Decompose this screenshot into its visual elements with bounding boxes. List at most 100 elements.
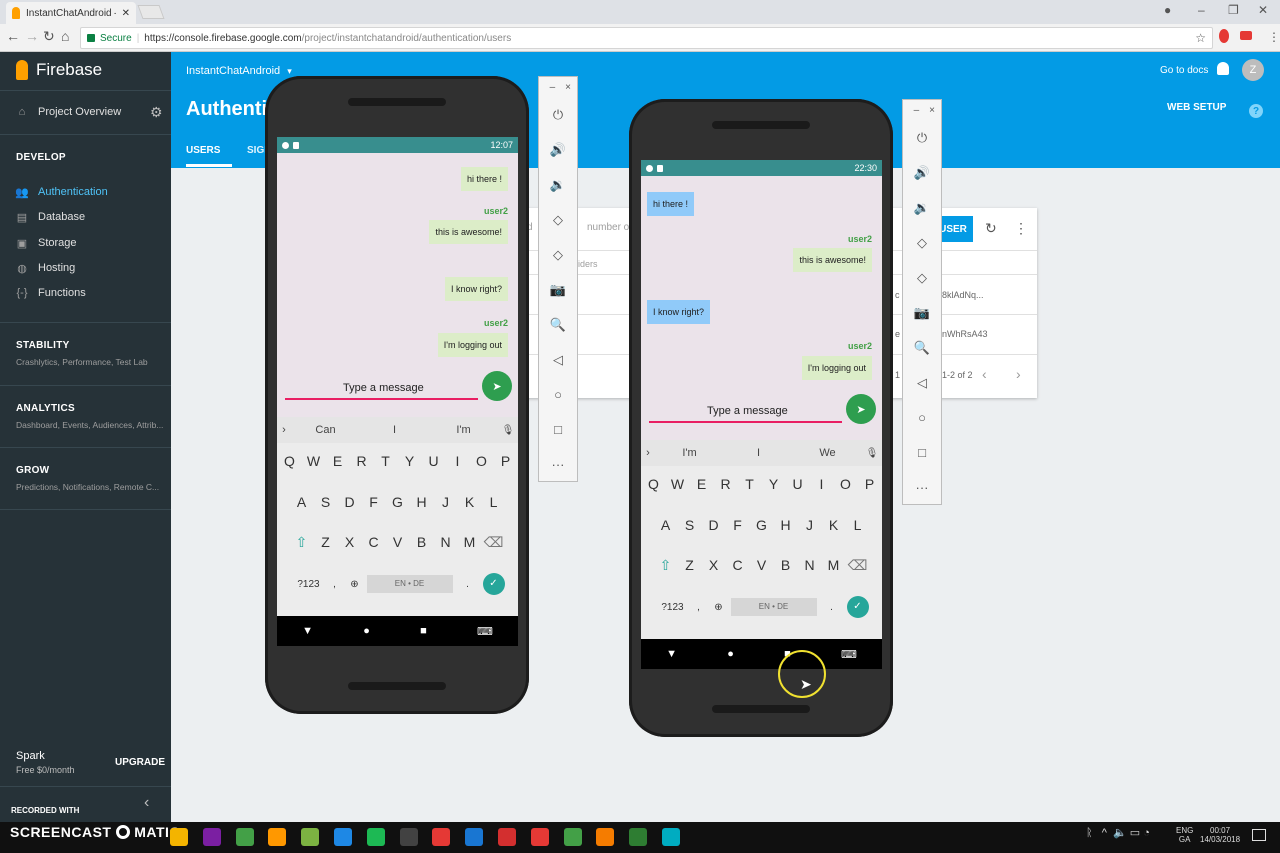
home-icon[interactable]: ⌂	[61, 28, 69, 44]
bookmark-star-icon[interactable]: ☆	[1195, 31, 1206, 45]
sidebar-item-authentication[interactable]: 👥 Authentication	[15, 186, 108, 199]
period-key[interactable]: .	[817, 602, 847, 613]
taskbar-app-icon[interactable]	[301, 828, 320, 846]
key[interactable]: C	[362, 534, 386, 551]
key[interactable]: Z	[678, 557, 702, 574]
account-icon[interactable]: ●	[1164, 3, 1171, 17]
globe-icon[interactable]: ⊕	[343, 579, 367, 590]
tray-icons[interactable]: ᚱ ^ 🔈 ▭ ◔	[1086, 826, 1150, 839]
key[interactable]: S	[678, 517, 702, 533]
comma-key[interactable]: ,	[327, 579, 343, 590]
minimize-button[interactable]: –	[1198, 3, 1205, 17]
suggestion-word[interactable]: I'm	[655, 447, 724, 459]
more-icon[interactable]: ···	[539, 447, 577, 482]
home-nav-icon[interactable]: ●	[363, 625, 370, 637]
key[interactable]: N	[434, 534, 458, 551]
power-icon[interactable]: ⏻	[903, 120, 941, 155]
zoom-icon[interactable]: 🔍	[903, 330, 941, 365]
suggestion-word[interactable]: I	[724, 447, 793, 459]
key[interactable]: V	[750, 557, 774, 574]
stability-heading[interactable]: STABILITY	[16, 340, 70, 351]
key[interactable]: U	[786, 476, 810, 492]
key[interactable]: K	[458, 494, 482, 510]
avatar[interactable]: Z	[1242, 59, 1264, 81]
help-icon[interactable]: ?	[1249, 104, 1263, 118]
key[interactable]: G	[386, 494, 410, 510]
camera-icon[interactable]: 📷	[539, 272, 577, 307]
more-icon[interactable]: ···	[903, 470, 941, 505]
home-icon[interactable]: ○	[903, 400, 941, 435]
restore-button[interactable]: ❐	[1228, 3, 1239, 17]
symbols-key[interactable]: ?123	[655, 602, 691, 613]
soft-keyboard[interactable]: › Can I I'm 🎙 Q W E R T Y U I O P A S D F G H J K L ⇧ Z X C V B N M ⌫ ?12…	[277, 417, 518, 616]
key[interactable]: M	[822, 557, 846, 574]
key[interactable]: B	[774, 557, 798, 574]
key[interactable]: Q	[278, 453, 302, 469]
taskbar-app-icon[interactable]	[662, 828, 680, 846]
phone-screen-1[interactable]: 12:07 hi there ! user2 this is awesome! I k…	[277, 137, 518, 646]
recents-nav-icon[interactable]: ■	[420, 625, 427, 637]
minimize-icon[interactable]: –	[550, 82, 556, 93]
backspace-key-icon[interactable]: ⌫	[846, 557, 870, 574]
language-indicator[interactable]: ENG GA	[1176, 826, 1193, 844]
notifications-bell-icon[interactable]	[1217, 62, 1229, 75]
mic-icon[interactable]: 🎙	[862, 448, 882, 459]
suggestion-word[interactable]: I'm	[429, 424, 498, 436]
key[interactable]: O	[834, 476, 858, 492]
taskbar-app-icon[interactable]	[268, 828, 287, 846]
back-nav-icon[interactable]: ▼	[302, 625, 313, 637]
key[interactable]: P	[858, 476, 882, 492]
key[interactable]: B	[410, 534, 434, 551]
key[interactable]: Q	[642, 476, 666, 492]
home-icon[interactable]: ○	[539, 377, 577, 412]
key[interactable]: L	[846, 517, 870, 533]
key[interactable]: U	[422, 453, 446, 469]
firebase-brand[interactable]: Firebase	[16, 60, 102, 80]
key[interactable]: H	[410, 494, 434, 510]
message-input[interactable]: Type a message	[649, 401, 842, 423]
go-to-docs-link[interactable]: Go to docs	[1160, 65, 1208, 76]
youtube-extension-icon[interactable]	[1240, 31, 1252, 40]
key[interactable]: P	[494, 453, 518, 469]
volume-down-icon[interactable]: 🔉	[903, 190, 941, 225]
key[interactable]: R	[350, 453, 374, 469]
sidebar-item-database[interactable]: ▤ Database	[16, 211, 85, 224]
period-key[interactable]: .	[453, 579, 483, 590]
close-window-button[interactable]: ✕	[1258, 3, 1268, 17]
sidebar-project-overview[interactable]: ⌂ Project Overview	[16, 106, 121, 118]
key[interactable]: C	[726, 557, 750, 574]
key[interactable]: H	[774, 517, 798, 533]
taskbar-app-icon[interactable]	[596, 828, 615, 846]
key[interactable]: Z	[314, 534, 338, 551]
notifications-icon[interactable]	[1252, 829, 1266, 841]
shift-key-icon[interactable]: ⇧	[290, 534, 314, 551]
taskbar-app-icon[interactable]	[629, 828, 648, 846]
minimize-icon[interactable]: –	[914, 105, 920, 116]
expand-suggestions-icon[interactable]: ›	[277, 424, 291, 436]
settings-gear-icon[interactable]: ⚙	[150, 104, 163, 121]
sidebar-item-functions[interactable]: {-} Functions	[16, 287, 85, 299]
key[interactable]: K	[822, 517, 846, 533]
taskbar-app-icon[interactable]	[563, 828, 582, 846]
enter-key[interactable]: ✓	[482, 573, 505, 595]
key[interactable]: D	[338, 494, 362, 510]
taskbar-app-icon[interactable]	[465, 828, 484, 846]
taskbar-app-icon[interactable]	[170, 828, 188, 846]
camera-icon[interactable]: 📷	[903, 295, 941, 330]
key[interactable]: F	[362, 494, 386, 510]
key[interactable]: I	[446, 453, 470, 469]
key[interactable]: N	[798, 557, 822, 574]
taskbar-app-icon[interactable]	[202, 828, 221, 846]
expand-suggestions-icon[interactable]: ›	[641, 447, 655, 459]
key[interactable]: F	[726, 517, 750, 533]
key[interactable]: G	[750, 517, 774, 533]
suggestion-word[interactable]: We	[793, 447, 862, 459]
key[interactable]: E	[690, 476, 714, 492]
close-tab-icon[interactable]: ✕	[122, 8, 130, 19]
taskbar-app-icon[interactable]	[366, 828, 385, 846]
backspace-key-icon[interactable]: ⌫	[482, 534, 506, 551]
keyboard-switch-icon[interactable]: ⌨	[841, 648, 857, 661]
rotate-left-icon[interactable]: ◇	[539, 202, 577, 237]
symbols-key[interactable]: ?123	[291, 579, 327, 590]
enter-key[interactable]: ✓	[846, 596, 869, 618]
